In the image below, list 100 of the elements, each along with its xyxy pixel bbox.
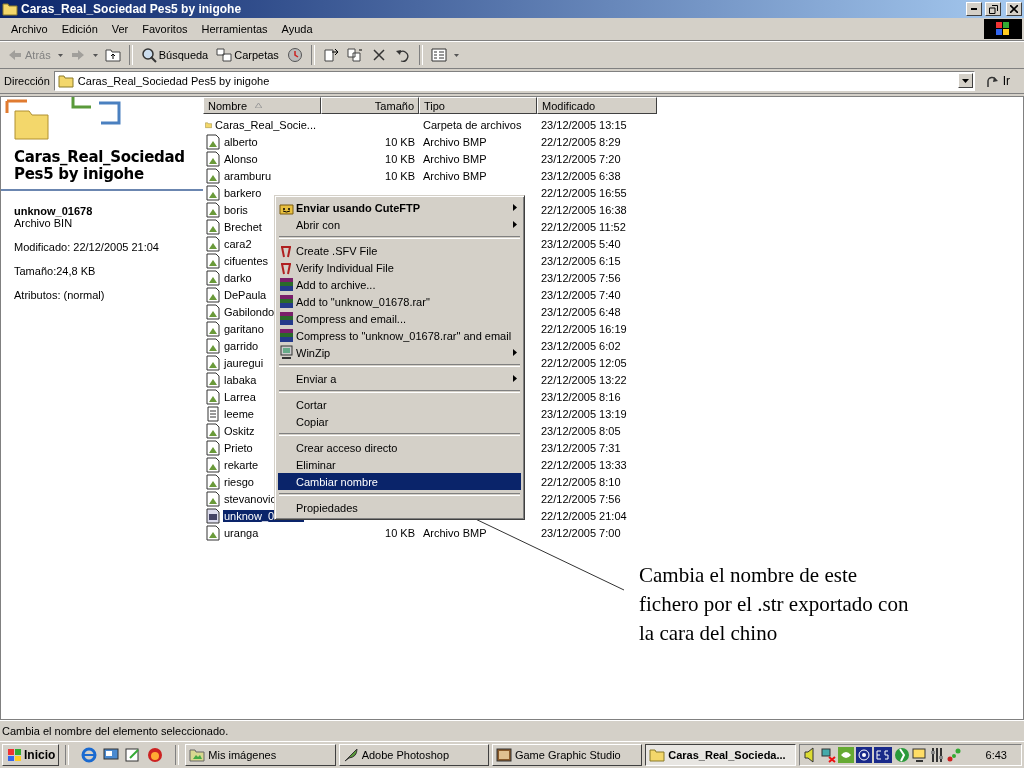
file-name[interactable]: Caras_Real_Socie...	[214, 118, 317, 131]
history-icon	[286, 47, 303, 63]
broadcast-icon[interactable]	[855, 747, 872, 763]
file-name[interactable]: garitano	[223, 322, 265, 335]
modified-date: 23/12/2005 7:56	[541, 271, 621, 284]
column-header[interactable]: Modificado	[537, 97, 657, 114]
search-button[interactable]: Búsqueda	[137, 46, 212, 64]
menu-item[interactable]: Add to archive...	[278, 276, 521, 293]
file-name[interactable]: DePaula	[223, 288, 268, 301]
menu-item[interactable]: Favoritos	[135, 23, 195, 35]
language-icon[interactable]	[873, 747, 892, 763]
modified-date: 22/12/2005 21:04	[541, 509, 627, 522]
window-title: Caras_Real_Sociedad Pes5 by inigohe	[21, 2, 243, 16]
menu-item[interactable]: Compress and email...	[278, 310, 521, 327]
file-name[interactable]: Larrea	[223, 390, 257, 403]
taskbar-button[interactable]: Caras_Real_Socieda...	[645, 744, 796, 766]
file-name[interactable]: jauregui	[223, 356, 265, 369]
dropdown-arrow[interactable]	[451, 53, 461, 57]
browser-icon[interactable]	[81, 747, 98, 763]
back-arrow-icon	[7, 47, 23, 63]
file-name[interactable]: cara2	[223, 237, 253, 250]
folders-button[interactable]: Carpetas	[213, 46, 282, 64]
modified-date: 22/12/2005 13:33	[541, 458, 627, 471]
menu-item[interactable]: Crear acceso directo	[278, 439, 521, 456]
desktop-icon[interactable]	[103, 747, 120, 763]
menu-item[interactable]: Cambiar nombre	[278, 473, 521, 490]
image-file-icon	[205, 133, 221, 150]
menu-item[interactable]: WinZip	[278, 344, 521, 361]
file-name[interactable]: rekarte	[223, 458, 260, 471]
menu-item[interactable]: Verify Individual File	[278, 259, 521, 276]
menu-item[interactable]: Abrir con	[278, 216, 521, 233]
file-name[interactable]: Brechet	[223, 220, 263, 233]
image-file-icon	[205, 303, 221, 320]
equalizer-icon[interactable]	[929, 747, 944, 763]
menu-item[interactable]: Compress to "unknow_01678.rar" and email	[278, 327, 521, 344]
start-button[interactable]: Inicio	[2, 744, 60, 766]
dropdown-button[interactable]	[957, 73, 973, 88]
taskbar-button[interactable]: Mis imágenes	[185, 744, 336, 766]
image-file-icon	[205, 337, 221, 354]
file-name[interactable]: Prieto	[223, 441, 254, 454]
modified-date: 22/12/2005 8:29	[541, 135, 621, 148]
image-file-icon	[205, 439, 221, 456]
file-name[interactable]: Alonso	[223, 152, 259, 165]
menu-item[interactable]: Edición	[54, 23, 105, 35]
up-folder-icon	[104, 47, 121, 63]
menu-item[interactable]: Cortar	[278, 396, 521, 413]
file-type: Archivo BMP	[423, 135, 487, 148]
minimize-button[interactable]	[966, 2, 982, 16]
books-stack-icon	[279, 294, 294, 309]
status-text: Cambia el nombre del elemento seleccionado.	[2, 725, 229, 737]
file-name[interactable]: garrido	[223, 339, 260, 352]
menu-item[interactable]: Eliminar	[278, 456, 521, 473]
menu-item[interactable]: Ayuda	[274, 23, 320, 35]
file-name[interactable]: labaka	[223, 373, 258, 386]
image-file-icon	[205, 524, 221, 541]
file-name[interactable]: barkero	[223, 186, 263, 199]
image-file-icon	[205, 218, 221, 235]
file-name[interactable]: uranga	[223, 526, 260, 539]
file-name[interactable]: riesgo	[223, 475, 255, 488]
menu-item[interactable]: Herramientas	[194, 23, 275, 35]
menu-item[interactable]: Add to "unknow_01678.rar"	[278, 293, 521, 310]
dropdown-arrow[interactable]	[55, 53, 65, 57]
feather-icon	[342, 747, 359, 763]
notepad-icon[interactable]	[125, 747, 142, 763]
dropdown-arrow[interactable]	[90, 53, 100, 57]
menu-item[interactable]: Copiar	[278, 413, 521, 430]
file-name[interactable]: stevanovic	[223, 492, 277, 505]
taskbar-button[interactable]: Adobe Photoshop	[338, 744, 489, 766]
modified-date: 22/12/2005 16:19	[541, 322, 627, 335]
taskbar-button[interactable]: Game Graphic Studio	[491, 744, 643, 766]
go-button[interactable]: Ir	[978, 74, 1020, 88]
menu-item[interactable]: Archivo	[4, 23, 55, 35]
image-file-icon	[205, 490, 221, 507]
restore-button[interactable]	[985, 2, 1001, 16]
address-field[interactable]: Caras_Real_Sociedad Pes5 by inigohe	[53, 71, 975, 91]
file-name[interactable]: darko	[223, 271, 253, 284]
file-name[interactable]: cifuentes	[223, 254, 270, 267]
file-name: unknow_01678	[14, 205, 94, 217]
monitor-icon[interactable]	[911, 747, 928, 763]
close-button[interactable]	[1006, 2, 1022, 16]
network-icon[interactable]	[819, 747, 836, 763]
menu-item[interactable]: Create .SFV File	[278, 242, 521, 259]
menu-item[interactable]: Enviar usando CuteFTP	[278, 199, 521, 216]
column-header[interactable]: Nombre	[203, 97, 321, 114]
file-type: Archivo BMP	[423, 152, 487, 165]
file-attributes: Atributos: (normal)	[14, 289, 106, 301]
file-name[interactable]: Gabilondo	[223, 305, 276, 318]
image-file-icon	[205, 354, 221, 371]
file-name[interactable]: aramburu	[223, 169, 273, 182]
folder-icon	[189, 748, 206, 762]
dots-icon[interactable]	[945, 747, 962, 763]
file-name[interactable]: leeme	[223, 407, 255, 420]
column-header[interactable]: Tipo	[419, 97, 537, 114]
menu-item[interactable]: Enviar a	[278, 370, 521, 387]
file-type: Archivo BMP	[423, 526, 487, 539]
file-name[interactable]: alberto	[223, 135, 259, 148]
file-name[interactable]: boris	[223, 203, 249, 216]
column-header[interactable]: Tamaño	[321, 97, 419, 114]
menu-item[interactable]: Ver	[104, 23, 136, 35]
file-name[interactable]: Oskitz	[223, 424, 256, 437]
